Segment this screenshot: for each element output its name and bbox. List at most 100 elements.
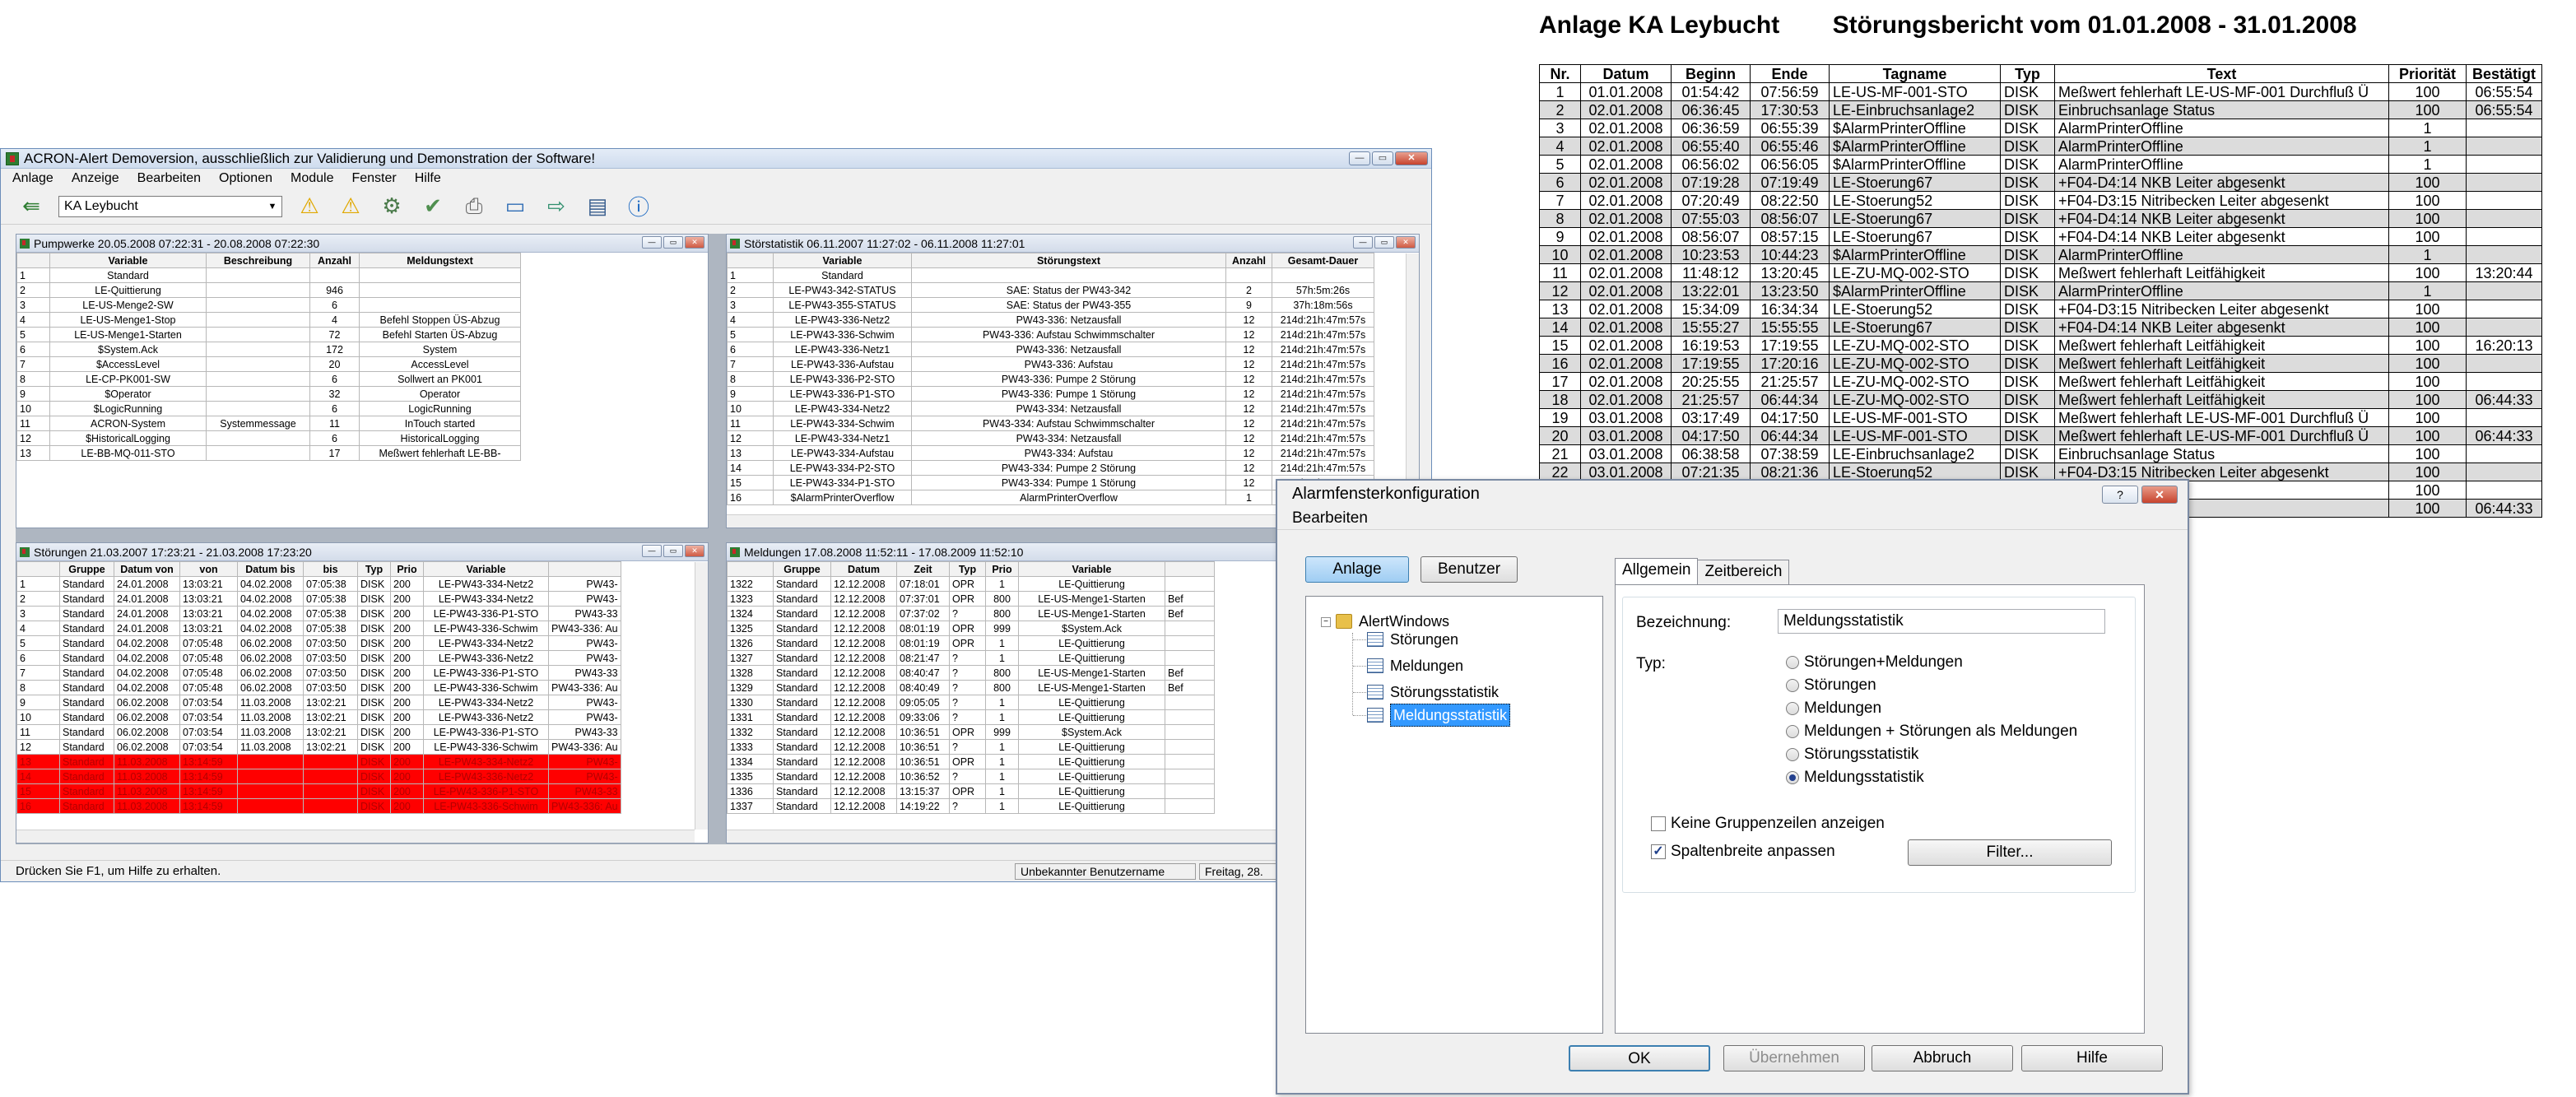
table-row[interactable]: 1335 Standard 12.12.2008 10:36:52? 1 LE-Quitt…: [727, 769, 1215, 784]
table-row[interactable]: 18 02.01.2008 21:25:57 06:44:34 LE-ZU-MQ-002…: [1539, 390, 2542, 409]
menu-anlage[interactable]: Anlage: [12, 171, 53, 186]
menu-anzeige[interactable]: Anzeige: [72, 171, 119, 186]
printer-icon[interactable]: ⎙: [460, 193, 488, 221]
table-row[interactable]: 6 Standard 04.02.2008 07:05:48 06.02.2008 07:…: [16, 650, 621, 666]
table-row[interactable]: 11 LE-PW43-334-Schwim PW43-334: Aufstau Sc…: [727, 416, 1374, 431]
stoerungen-window[interactable]: Störungen 21.03.2007 17:23:21 - 21.03.20…: [16, 542, 709, 844]
table-row[interactable]: 6 LE-PW43-336-Netz1 PW43-336: Netzausfall 1…: [727, 342, 1374, 357]
column-header[interactable]: Datum von: [114, 561, 180, 577]
table-row[interactable]: 1331 Standard 12.12.2008 09:33:06? 1 LE-Quitt…: [727, 709, 1215, 725]
column-header[interactable]: [548, 561, 621, 577]
close-button[interactable]: ✕: [685, 236, 704, 249]
menu-optionen[interactable]: Optionen: [219, 171, 272, 186]
info-icon[interactable]: ⓘ: [625, 193, 653, 221]
table-row[interactable]: 7 LE-PW43-336-Aufstau PW43-336: Aufstau 12 2…: [727, 356, 1374, 372]
table-row[interactable]: 2 02.01.2008 06:36:45 17:30:53 LE-Einbruchsa…: [1539, 100, 2542, 119]
table-row[interactable]: 13 LE-BB-MQ-011-STO 17 Meßwert fehlerhaft L…: [16, 445, 521, 461]
table-row[interactable]: 15 Standard 11.03.2008 13:14:59 DISK 200 LE-PW…: [16, 783, 621, 799]
column-header[interactable]: Bestätigt: [2466, 64, 2542, 83]
stoerungen-titlebar[interactable]: Störungen 21.03.2007 17:23:21 - 21.03.20…: [16, 543, 708, 561]
report-icon[interactable]: ▤: [584, 193, 611, 221]
column-header[interactable]: [727, 561, 774, 577]
typ-radio-stoerungsstatistik[interactable]: Störungsstatistik: [1786, 746, 1918, 764]
table-row[interactable]: 7 $AccessLevel 20 AccessLevel: [16, 356, 521, 372]
close-icon[interactable]: ✕: [2141, 486, 2178, 504]
table-row[interactable]: 1327 Standard 12.12.2008 08:21:47? 1 LE-Quitt…: [727, 650, 1215, 666]
minimize-button[interactable]: —: [642, 236, 662, 249]
maximize-button[interactable]: ▭: [1374, 236, 1394, 249]
anlage-select[interactable]: KA Leybucht ▼: [58, 195, 282, 217]
abbruch-button[interactable]: Abbruch: [1872, 1045, 2013, 1071]
column-header[interactable]: Gruppe: [773, 561, 831, 577]
anlage-button[interactable]: Anlage: [1305, 556, 1409, 583]
table-row[interactable]: 8 LE-CP-PK001-SW 6 Sollwert an PK001: [16, 371, 521, 387]
typ-radio-stoerungen-meldungen[interactable]: Störungen+Meldungen: [1786, 653, 1963, 672]
settings-icon[interactable]: ⚙: [378, 193, 406, 221]
column-header[interactable]: Text: [2054, 64, 2389, 83]
table-row[interactable]: 2 LE-Quittierung 946: [16, 282, 521, 298]
table-row[interactable]: 14 02.01.2008 15:55:27 15:55:55 LE-Stoerung6…: [1539, 318, 2542, 337]
table-row[interactable]: 14 LE-PW43-334-P2-STO PW43-334: Pumpe 2 St…: [727, 460, 1374, 476]
table-row[interactable]: 7 02.01.2008 07:20:49 08:22:50 LE-Stoerung52…: [1539, 191, 2542, 210]
column-header[interactable]: Ende: [1750, 64, 1830, 83]
table-row[interactable]: 14 Standard 11.03.2008 13:14:59 DISK 200 LE-PW…: [16, 769, 621, 784]
tab-allgemein[interactable]: Allgemein: [1615, 558, 1699, 584]
table-row[interactable]: 20 03.01.2008 04:17:50 06:44:34 LE-US-MF-001…: [1539, 426, 2542, 445]
table-row[interactable]: 4 LE-US-Menge1-Stop 4 Befehl Stoppen ÜS-Abz…: [16, 312, 521, 328]
column-header[interactable]: [727, 253, 774, 268]
table-row[interactable]: 6 02.01.2008 07:19:28 07:19:49 LE-Stoerung67…: [1539, 173, 2542, 192]
column-header[interactable]: [16, 561, 60, 577]
ok-button[interactable]: OK: [1569, 1045, 1710, 1071]
dialog-titlebar[interactable]: Alarmfensterkonfiguration ? ✕: [1277, 481, 2188, 507]
table-row[interactable]: 1332 Standard 12.12.2008 10:36:51 OPR 999 $Sys…: [727, 724, 1215, 740]
hilfe-button[interactable]: Hilfe: [2021, 1045, 2163, 1071]
column-header[interactable]: von: [179, 561, 238, 577]
column-header[interactable]: Variable: [773, 253, 912, 268]
table-row[interactable]: 21 03.01.2008 06:38:58 07:38:59 LE-Einbruchs…: [1539, 444, 2542, 463]
bezeichnung-input[interactable]: Meldungsstatistik: [1778, 609, 2105, 634]
dialog-menu-bearbeiten[interactable]: Bearbeiten: [1277, 507, 2188, 530]
table-row[interactable]: 1 Standard: [16, 267, 521, 283]
menu-fenster[interactable]: Fenster: [351, 171, 396, 186]
spaltenbreite-checkbox[interactable]: ✓ Spaltenbreite anpassen: [1651, 843, 1835, 861]
column-header[interactable]: [16, 253, 50, 268]
table-row[interactable]: 9 02.01.2008 08:56:07 08:57:15 LE-Stoerung67…: [1539, 227, 2542, 246]
table-row[interactable]: 13 Standard 11.03.2008 13:14:59 DISK 200 LE-PW…: [16, 754, 621, 769]
table-row[interactable]: 1323 Standard 12.12.2008 07:37:01 OPR 800 LE-U…: [727, 591, 1215, 607]
column-header[interactable]: Gruppe: [59, 561, 114, 577]
table-row[interactable]: 4 02.01.2008 06:55:40 06:55:46 $AlarmPrinter…: [1539, 137, 2542, 156]
table-row[interactable]: 9 Standard 06.02.2008 07:03:54 11.03.2008 13:…: [16, 695, 621, 710]
table-row[interactable]: 3 Standard 24.01.2008 13:03:21 04.02.2008 07:…: [16, 606, 621, 621]
minimize-button[interactable]: —: [1349, 151, 1370, 165]
table-row[interactable]: 2 LE-PW43-342-STATUS SAE: Status der PW43-…: [727, 282, 1374, 298]
main-titlebar[interactable]: ACRON-Alert Demoversion, ausschließlich …: [1, 149, 1431, 169]
keine-gruppenzeilen-checkbox[interactable]: Keine Gruppenzeilen anzeigen: [1651, 815, 1885, 833]
table-row[interactable]: 5 02.01.2008 06:56:02 06:56:05 $AlarmPrinter…: [1539, 155, 2542, 174]
maximize-button[interactable]: ▭: [663, 236, 683, 249]
table-row[interactable]: 1324 Standard 12.12.2008 07:37:02? 800 LE-US-…: [727, 606, 1215, 621]
table-row[interactable]: 3 02.01.2008 06:36:59 06:55:39 $AlarmPrinter…: [1539, 119, 2542, 137]
collapse-icon[interactable]: −: [1321, 617, 1331, 627]
tab-zeitbereich[interactable]: Zeitbereich: [1697, 560, 1790, 584]
column-header[interactable]: Störungstext: [911, 253, 1226, 268]
close-button[interactable]: ✕: [1396, 236, 1416, 249]
table-row[interactable]: 19 03.01.2008 03:17:49 04:17:50 LE-US-MF-001…: [1539, 408, 2542, 427]
minimize-button[interactable]: —: [1353, 236, 1373, 249]
vertical-scrollbar[interactable]: [695, 562, 708, 830]
uebernehmen-button[interactable]: Übernehmen: [1723, 1045, 1865, 1071]
table-row[interactable]: 16 Standard 11.03.2008 13:14:59 DISK 200 LE-PW…: [16, 798, 621, 814]
column-header[interactable]: Anzahl: [1225, 253, 1272, 268]
table-row[interactable]: 1 01.01.2008 01:54:42 07:56:59 LE-US-MF-001-…: [1539, 82, 2542, 101]
table-row[interactable]: 1329 Standard 12.12.2008 08:40:49? 800 LE-US-…: [727, 680, 1215, 695]
table-row[interactable]: 1322 Standard 12.12.2008 07:18:01 OPR 1 LE-Qui…: [727, 576, 1215, 592]
typ-radio-meldungsstatistik[interactable]: Meldungsstatistik: [1786, 769, 1924, 787]
column-header[interactable]: Datum: [1580, 64, 1672, 83]
column-header[interactable]: Tagname: [1829, 64, 2001, 83]
table-row[interactable]: 11 02.01.2008 11:48:12 13:20:45 LE-ZU-MQ-002…: [1539, 263, 2542, 282]
column-header[interactable]: Beschreibung: [206, 253, 310, 268]
column-header[interactable]: Meldungstext: [359, 253, 521, 268]
table-row[interactable]: 11 Standard 06.02.2008 07:03:54 11.03.2008 13…: [16, 724, 621, 740]
typ-radio-stoerungen[interactable]: Störungen: [1786, 676, 1876, 695]
typ-radio-meldungen[interactable]: Meldungen: [1786, 700, 1881, 718]
table-row[interactable]: 5 LE-PW43-336-Schwim PW43-336: Aufstau Sch…: [727, 327, 1374, 342]
